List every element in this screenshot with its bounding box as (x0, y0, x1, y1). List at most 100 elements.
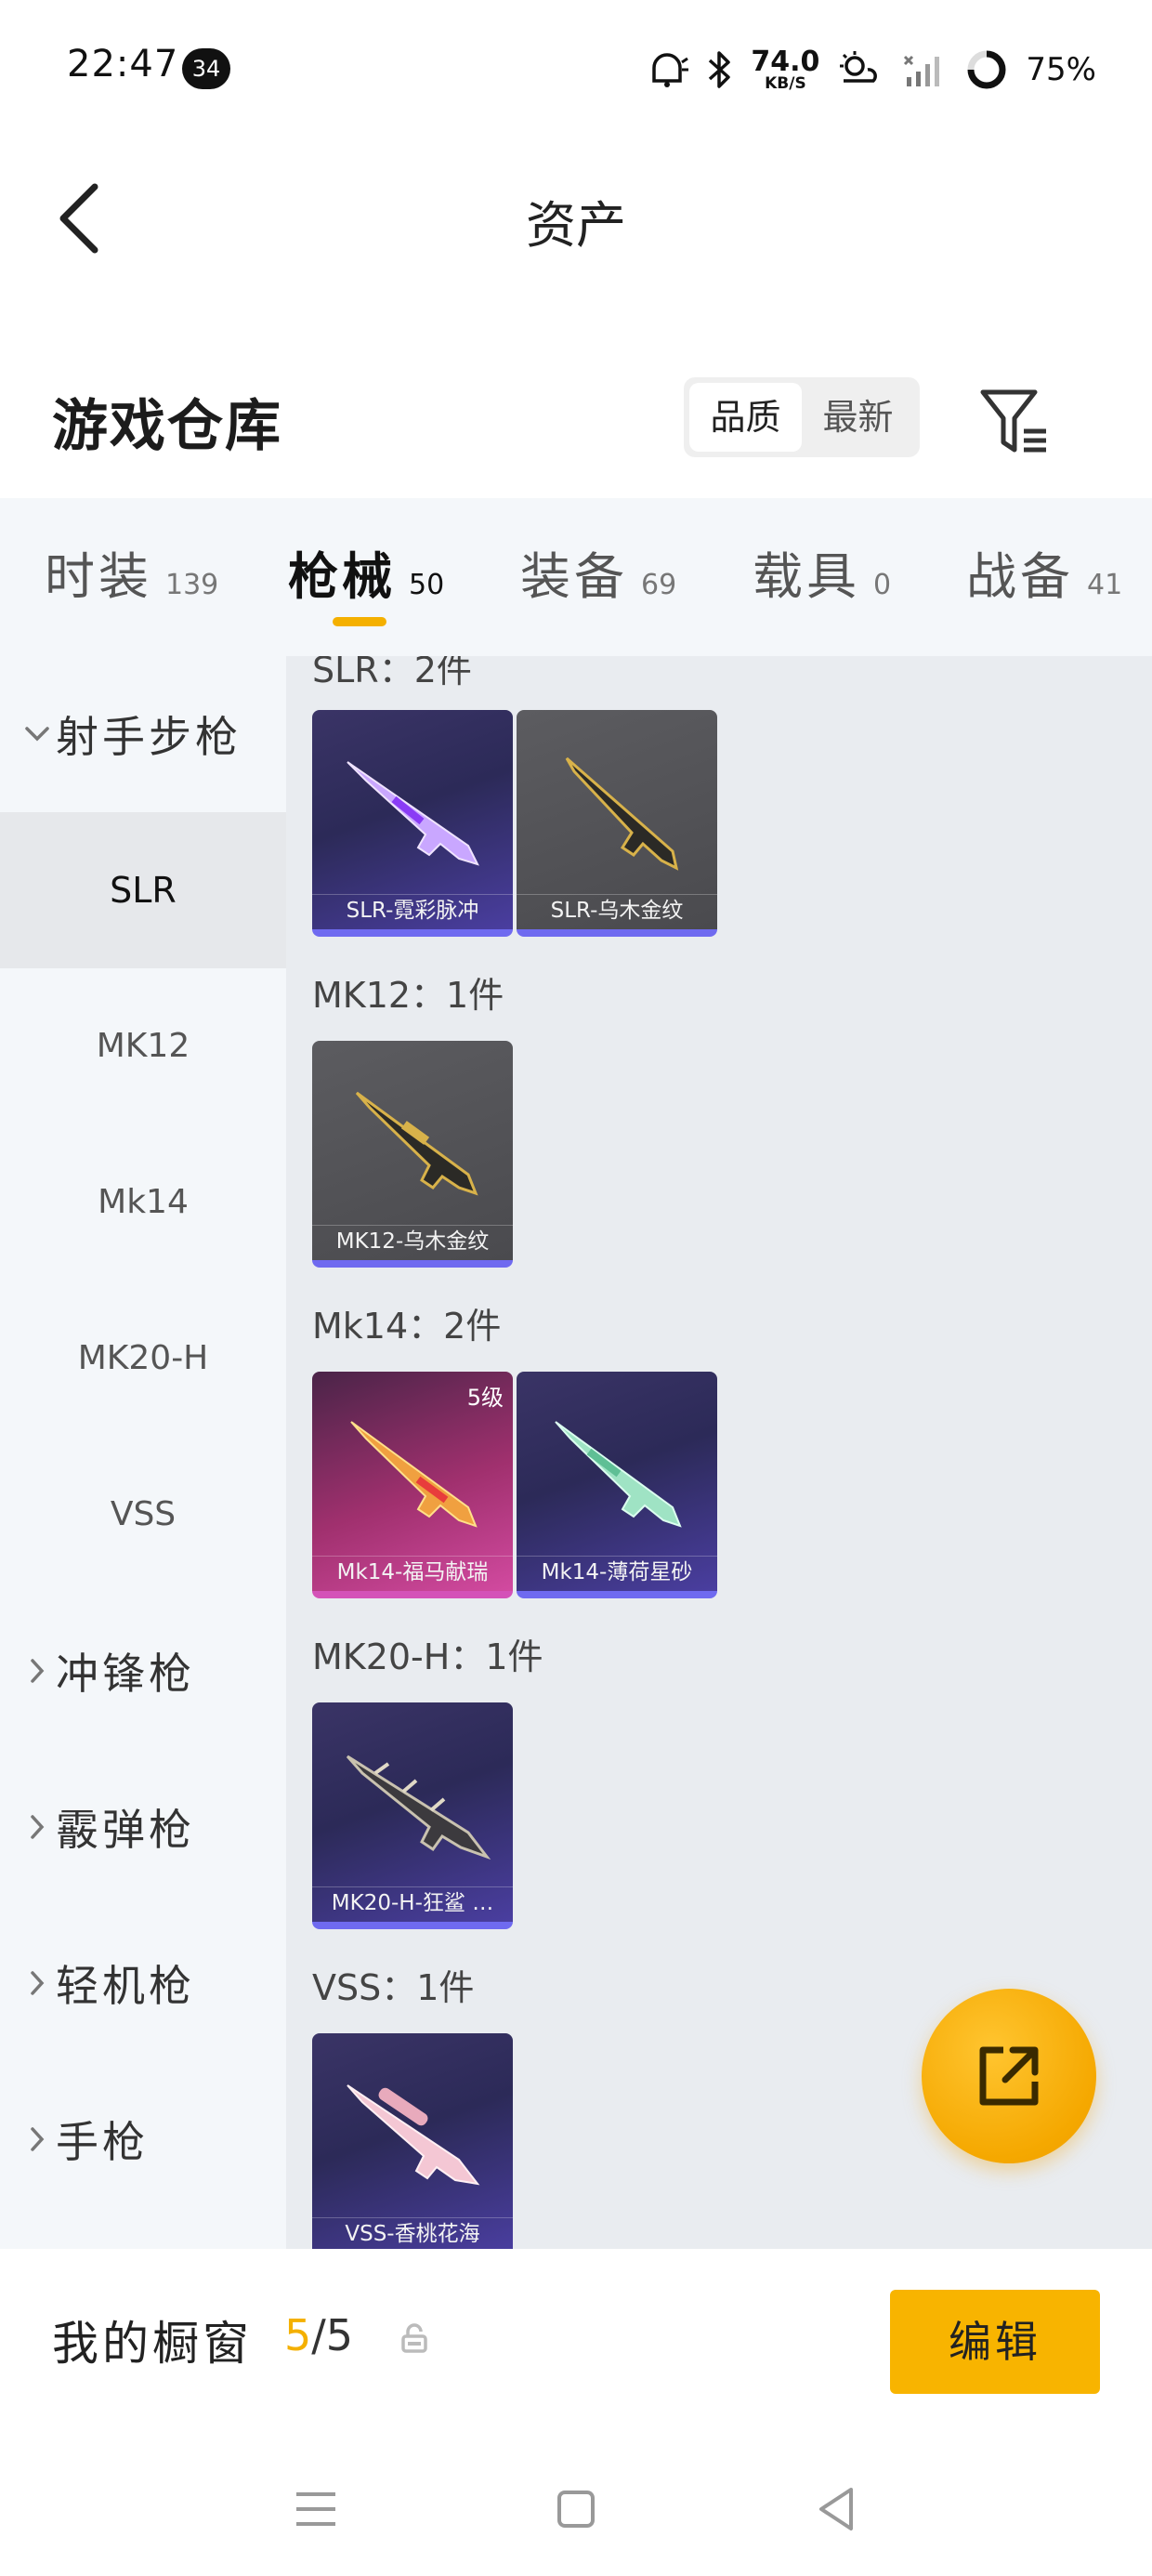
notification-count-badge: 34 (182, 48, 230, 89)
tab-label: 载具 (753, 547, 860, 606)
group-cards-slr: SLR-霓彩脉冲 SLR-乌木金纹 (312, 710, 717, 937)
item-card[interactable]: MK12-乌木金纹 (312, 1041, 513, 1268)
page-title: 资产 (526, 196, 626, 255)
tab-count: 69 (641, 569, 677, 601)
item-name: Mk14-薄荷星砂 (517, 1556, 717, 1587)
sidebar-category-pistol[interactable]: 手枪 (0, 2061, 286, 2217)
showcase-label: 我的橱窗 (52, 2317, 253, 2371)
item-card[interactable]: Mk14-薄荷星砂 (517, 1372, 717, 1598)
group-heading-slr: SLR：2件 (312, 656, 472, 690)
rifle-icon (346, 1755, 491, 1860)
tab-label: 时装 (45, 547, 152, 606)
sidebar-item-mk12[interactable]: MK12 (0, 968, 286, 1124)
item-card[interactable]: VSS-香桃花海 (312, 2033, 513, 2249)
item-name: MK12-乌木金纹 (312, 1225, 513, 1256)
rifle-icon (355, 1091, 478, 1196)
share-external-icon (979, 2046, 1039, 2106)
sidebar-item-slr[interactable]: SLR (0, 812, 286, 968)
status-icons: 74.0 KB/S 75% (645, 37, 1096, 102)
share-fab-button[interactable] (922, 1989, 1096, 2163)
sidebar-category-smg[interactable]: 冲锋枪 (0, 1593, 286, 1749)
rifle-icon (347, 2084, 480, 2186)
item-name: SLR-乌木金纹 (517, 894, 717, 926)
sidebar-item-vss[interactable]: VSS (0, 1437, 286, 1593)
sidebar-category-label: 霰弹枪 (56, 1805, 195, 1855)
sidebar: 射手步枪 SLR MK12 Mk14 MK20-H VSS 冲锋枪 霰弹枪 轻机… (0, 656, 286, 2249)
tab-count: 139 (165, 569, 219, 601)
rifle-icon (347, 761, 479, 866)
item-card[interactable]: SLR-乌木金纹 (517, 710, 717, 937)
nav-home-button[interactable] (548, 2481, 604, 2537)
item-name: SLR-霓彩脉冲 (312, 894, 513, 926)
signal-icon (904, 55, 940, 86)
rifle-icon (350, 1421, 478, 1528)
category-tabs: 时装 139 枪械 50 装备 69 载具 0 战备 41 (0, 498, 1152, 656)
status-bar: 22:47 34 74.0 KB/S 75% (0, 0, 1152, 139)
edit-button[interactable]: 编辑 (890, 2290, 1100, 2394)
sidebar-category-label: 手枪 (56, 2117, 149, 2167)
lock-icon (401, 2323, 427, 2353)
showcase-bar: 我的橱窗 5/5 编辑 (0, 2249, 1152, 2435)
group-heading-mk12: MK12：1件 (312, 975, 504, 1016)
chevron-down-icon (19, 725, 56, 743)
item-name: Mk14-福马献瑞 (312, 1556, 513, 1587)
active-tab-indicator (333, 617, 386, 626)
nav-back-button[interactable] (808, 2481, 864, 2537)
home-square-icon (557, 2491, 595, 2528)
net-speed-unit: KB/S (765, 73, 806, 93)
item-name: MK20-H-狂鲨 … (312, 1886, 513, 1918)
item-card[interactable]: 5级 Mk14-福马献瑞 (312, 1372, 513, 1598)
status-time: 22:47 (67, 43, 179, 85)
tab-label: 战备 (966, 547, 1074, 606)
tab-gear[interactable]: 战备 41 (966, 535, 1122, 609)
net-speed: 74.0 KB/S (751, 47, 819, 93)
sidebar-category-label: 冲锋枪 (56, 1649, 195, 1699)
chevron-right-icon (19, 1813, 56, 1841)
tab-fashion[interactable]: 时装 139 (45, 535, 218, 609)
group-cards-mk14: 5级 Mk14-福马献瑞 Mk14-薄荷星砂 (312, 1372, 717, 1598)
item-name: VSS-香桃花海 (312, 2217, 513, 2249)
nav-menu-button[interactable] (288, 2481, 344, 2537)
alarm-mute-icon (652, 53, 689, 87)
group-cards-vss: VSS-香桃花海 (312, 2033, 513, 2249)
sort-quality-option[interactable]: 品质 (689, 383, 802, 452)
warehouse-row: 游戏仓库 品质 最新 (0, 353, 1152, 474)
warehouse-title: 游戏仓库 (52, 394, 282, 459)
back-triangle-icon (819, 2488, 853, 2530)
tab-equipment[interactable]: 装备 69 (520, 535, 676, 609)
rifle-icon (555, 1421, 682, 1528)
tab-count: 41 (1087, 569, 1123, 601)
weather-icon (840, 51, 878, 83)
tab-count: 50 (409, 569, 445, 601)
group-cards-mk12: MK12-乌木金纹 (312, 1041, 513, 1268)
group-heading-mk20h: MK20-H：1件 (312, 1636, 543, 1677)
chevron-right-icon (19, 1969, 56, 1997)
sidebar-category-label: 轻机枪 (56, 1961, 195, 2011)
group-heading-vss: VSS：1件 (312, 1967, 475, 2008)
item-card[interactable]: SLR-霓彩脉冲 (312, 710, 513, 937)
sidebar-category-shotgun[interactable]: 霰弹枪 (0, 1749, 286, 1905)
menu-icon (296, 2492, 335, 2526)
group-heading-mk14: Mk14：2件 (312, 1306, 502, 1347)
rifle-icon (565, 756, 679, 871)
filter-button[interactable] (977, 385, 1052, 459)
battery-percent: 75% (1026, 51, 1096, 88)
sidebar-item-mk14[interactable]: Mk14 (0, 1124, 286, 1281)
tab-label: 装备 (520, 547, 628, 606)
sort-toggle: 品质 最新 (684, 377, 920, 457)
bluetooth-icon (709, 51, 731, 88)
chevron-right-icon (19, 1657, 56, 1685)
item-card[interactable]: MK20-H-狂鲨 … (312, 1702, 513, 1929)
sidebar-category-lmg[interactable]: 轻机枪 (0, 1905, 286, 2061)
group-cards-mk20h: MK20-H-狂鲨 … (312, 1702, 513, 1929)
filter-icon (980, 389, 1046, 453)
tab-guns[interactable]: 枪械 50 (288, 535, 444, 609)
sidebar-category-marksman-rifles[interactable]: 射手步枪 (0, 656, 286, 812)
tab-label: 枪械 (288, 547, 396, 606)
showcase-count: 5/5 (284, 2310, 353, 2360)
tab-count: 0 (873, 569, 892, 601)
sort-newest-option[interactable]: 最新 (802, 383, 914, 452)
chevron-right-icon (19, 2125, 56, 2153)
sidebar-item-mk20h[interactable]: MK20-H (0, 1281, 286, 1437)
tab-vehicles[interactable]: 载具 0 (753, 535, 891, 609)
